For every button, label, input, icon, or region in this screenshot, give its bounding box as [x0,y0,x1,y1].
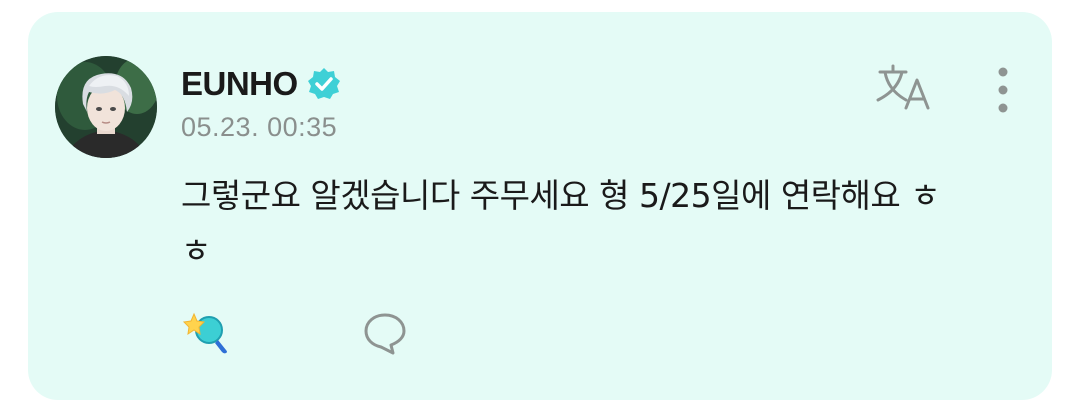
verified-badge-icon [306,66,342,102]
author-name[interactable]: EUNHO [181,65,298,103]
more-vertical-icon[interactable] [988,64,1018,116]
post-body: 그렇군요 알겠습니다 주무세요 형 5/25일에 연락해요 ㅎㅎ [181,176,941,270]
translate-icon[interactable] [872,62,936,116]
comment-bubble-icon[interactable] [360,308,410,358]
star-reaction-icon[interactable] [180,308,234,358]
post-timestamp: 05.23. 00:35 [181,112,338,142]
avatar[interactable] [55,56,157,158]
